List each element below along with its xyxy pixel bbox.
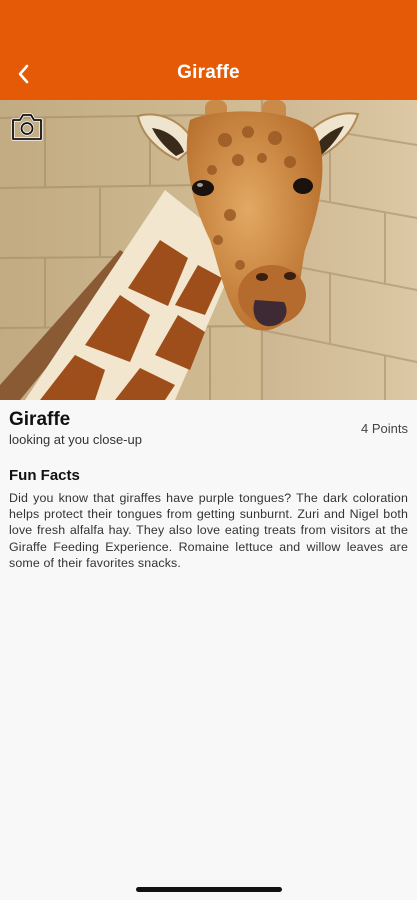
top-app-bar: Giraffe bbox=[0, 0, 417, 100]
camera-button[interactable] bbox=[10, 112, 44, 142]
camera-icon bbox=[11, 113, 43, 141]
page-title: Giraffe bbox=[177, 62, 240, 83]
points-value: 4 Points bbox=[361, 421, 408, 436]
animal-name: Giraffe bbox=[9, 409, 71, 430]
animal-photo bbox=[0, 100, 417, 400]
animal-subtitle: looking at you close-up bbox=[9, 432, 142, 447]
giraffe-image bbox=[0, 100, 417, 400]
fun-facts-heading: Fun Facts bbox=[9, 467, 80, 484]
fun-facts-text: Did you know that giraffes have purple t… bbox=[9, 491, 408, 570]
home-indicator[interactable] bbox=[136, 887, 282, 892]
